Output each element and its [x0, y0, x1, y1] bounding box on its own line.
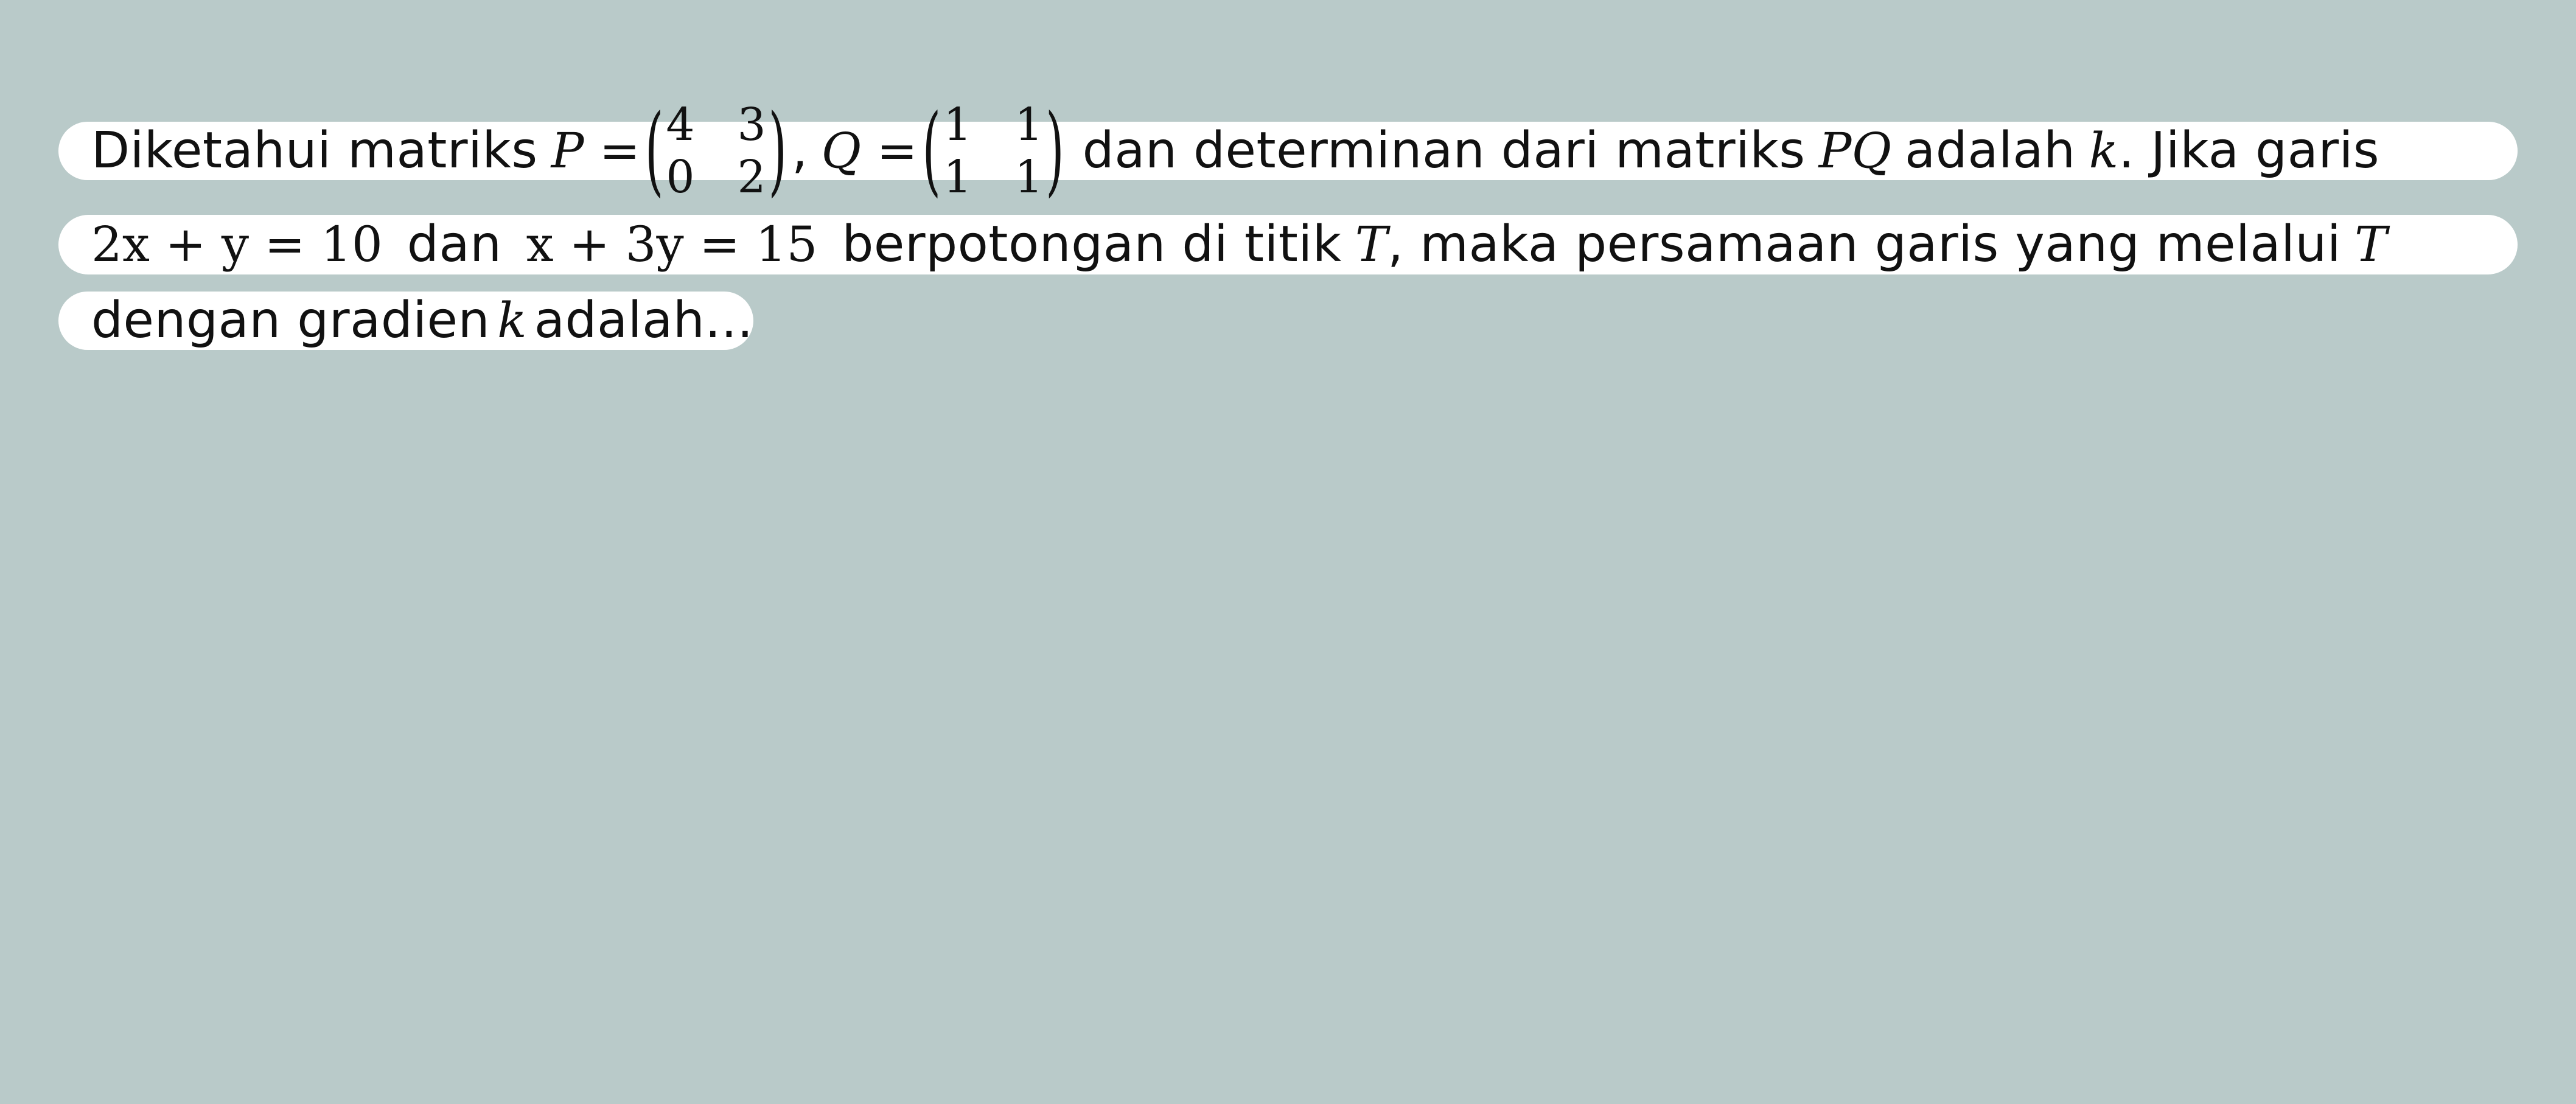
- text-adalah: adalah: [1905, 122, 2076, 180]
- separator-comma: ,: [791, 122, 808, 180]
- text-adalah-ending: adalah...: [534, 292, 753, 349]
- text-jika-garis: . Jika garis: [2118, 122, 2380, 180]
- left-paren-icon: (: [922, 94, 941, 208]
- matrix-p-label: P =: [551, 122, 640, 179]
- matrix-p-cell: 4: [666, 99, 695, 151]
- text-determinant: dan determinan dari matriks: [1082, 122, 1806, 180]
- variable-k: k: [497, 292, 527, 349]
- matrix-q-cell: 1: [1014, 99, 1044, 151]
- product-pq: PQ: [1818, 122, 1892, 179]
- equation-2: x + 3y = 15: [526, 216, 818, 273]
- matrix-q-cell: 1: [943, 99, 972, 151]
- variable-k: k: [2089, 122, 2119, 179]
- text-berpotongan: berpotongan di titik: [842, 215, 1342, 273]
- matrix-q-cell: 1: [1014, 151, 1044, 203]
- point-t: T: [1355, 216, 1388, 273]
- equation-1: 2x + y = 10: [91, 216, 383, 273]
- right-paren-icon: ): [768, 94, 787, 208]
- point-t: T: [2354, 216, 2387, 273]
- matrix-q-cell: 1: [943, 151, 972, 203]
- matrix-p-cell: 0: [666, 151, 695, 203]
- text-persamaan-garis: , maka persamaan garis yang melalui: [1387, 215, 2342, 273]
- question-line-2: 2x + y = 10 dan x + 3y = 15 berpotongan …: [58, 215, 2518, 274]
- matrix-q: ( 1 1 1 1 ): [923, 99, 1064, 203]
- text-gradien: dengan gradien: [91, 292, 490, 349]
- left-paren-icon: (: [644, 94, 664, 208]
- question-line-1: Diketahui matriks P = ( 4 3 0 2 ) , Q = …: [58, 99, 2518, 203]
- question-line-3: dengan gradien k adalah...: [58, 292, 753, 350]
- text-intro: Diketahui matriks: [91, 122, 538, 180]
- question-card: Diketahui matriks P = ( 4 3 0 2 ) , Q = …: [0, 0, 2576, 1104]
- matrix-q-label: Q =: [821, 122, 918, 179]
- right-paren-icon: ): [1045, 94, 1064, 208]
- matrix-p-cell: 2: [737, 151, 766, 203]
- text-dan: dan: [407, 215, 502, 273]
- matrix-p-cell: 3: [737, 99, 766, 151]
- matrix-p: ( 4 3 0 2 ): [645, 99, 787, 203]
